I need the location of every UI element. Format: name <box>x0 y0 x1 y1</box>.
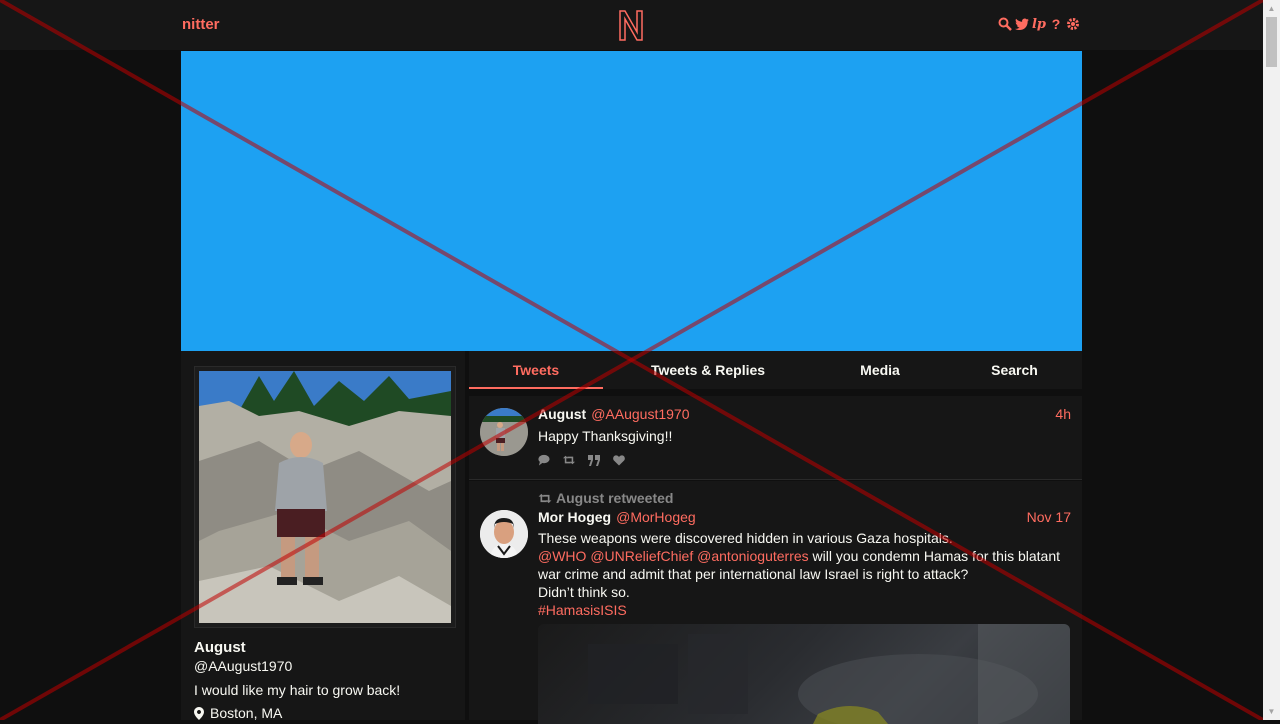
tweet-avatar[interactable] <box>480 408 528 456</box>
tweet-header: August @AAugust1970 <box>538 406 690 422</box>
tweet-line: @WHO @UNReliefChief @antonioguterres wil… <box>538 547 1068 583</box>
twitter-icon[interactable] <box>1015 16 1029 32</box>
retweet-header-label: August retweeted <box>556 490 674 506</box>
profile-photo <box>199 371 451 623</box>
tweet-date[interactable]: 4h <box>1055 406 1071 422</box>
scroll-down-arrow-icon[interactable]: ▼ <box>1263 703 1280 720</box>
timeline-tabs: Tweets Tweets & Replies Media Search <box>469 351 1082 389</box>
tweet[interactable]: August retweeted Mor Hogeg @MorHogeg Nov … <box>469 481 1082 724</box>
tab-search[interactable]: Search <box>947 351 1082 389</box>
profile-fullname[interactable]: August <box>194 639 246 656</box>
search-icon[interactable] <box>998 16 1012 32</box>
tweet[interactable]: August @AAugust1970 4h Happy Thanksgiving… <box>469 396 1082 480</box>
retweet-header: August retweeted <box>538 490 673 506</box>
settings-icon[interactable] <box>1066 16 1080 32</box>
quote-icon[interactable] <box>588 454 600 466</box>
retweet-icon[interactable] <box>563 454 575 466</box>
tweet-stats <box>538 454 625 466</box>
brand-link[interactable]: nitter <box>182 16 220 33</box>
tweet-content: These weapons were discovered hidden in … <box>538 529 1068 619</box>
like-icon[interactable] <box>613 454 625 466</box>
scroll-up-arrow-icon[interactable]: ▲ <box>1263 0 1280 17</box>
tab-tweets-replies[interactable]: Tweets & Replies <box>603 351 813 389</box>
tweet-line: Didn’t think so. <box>538 584 630 600</box>
page-scrollbar[interactable]: ▲ ▼ <box>1263 0 1280 720</box>
profile-card: August @AAugust1970 I would like my hair… <box>181 351 465 721</box>
profile-avatar[interactable] <box>194 366 456 628</box>
hashtag-link[interactable]: #HamasisISIS <box>538 601 1068 619</box>
tab-media[interactable]: Media <box>813 351 947 389</box>
tweet-header: Mor Hogeg @MorHogeg <box>538 509 696 525</box>
tweet-username[interactable]: @AAugust1970 <box>591 406 689 422</box>
navbar: nitter lp ? <box>0 0 1263 51</box>
tweet-fullname[interactable]: August <box>538 406 586 422</box>
tweet-username[interactable]: @MorHogeg <box>616 509 696 525</box>
location-label: Boston, MA <box>210 705 283 721</box>
tab-tweets[interactable]: Tweets <box>469 351 603 389</box>
tweet-content: Happy Thanksgiving!! <box>538 428 673 444</box>
profile-username[interactable]: @AAugust1970 <box>194 658 292 674</box>
tweet-media-image[interactable] <box>538 624 1070 724</box>
scrollbar-thumb[interactable] <box>1266 17 1277 67</box>
tweet-date[interactable]: Nov 17 <box>1027 509 1071 525</box>
profile-bio: I would like my hair to grow back! <box>194 682 401 698</box>
mention-link[interactable]: @UNReliefChief <box>590 548 693 564</box>
location-pin-icon <box>194 706 204 720</box>
tweet-avatar[interactable] <box>480 510 528 558</box>
nav-icons: lp ? <box>998 16 1080 32</box>
retweet-icon <box>538 493 552 503</box>
help-icon[interactable]: ? <box>1049 16 1063 32</box>
mention-link[interactable]: @antonioguterres <box>697 548 809 564</box>
comment-icon[interactable] <box>538 454 550 466</box>
tweet-line: These weapons were discovered hidden in … <box>538 530 953 546</box>
mention-link[interactable]: @WHO <box>538 548 586 564</box>
rss-icon[interactable]: lp <box>1032 16 1046 32</box>
tweet-fullname[interactable]: Mor Hogeg <box>538 509 611 525</box>
nitter-logo-icon[interactable] <box>617 8 645 42</box>
profile-banner[interactable] <box>181 51 1082 351</box>
timeline: Tweets Tweets & Replies Media Search Aug… <box>469 351 1082 724</box>
profile-location: Boston, MA <box>194 705 282 721</box>
tweet-media-photo <box>588 624 1070 724</box>
